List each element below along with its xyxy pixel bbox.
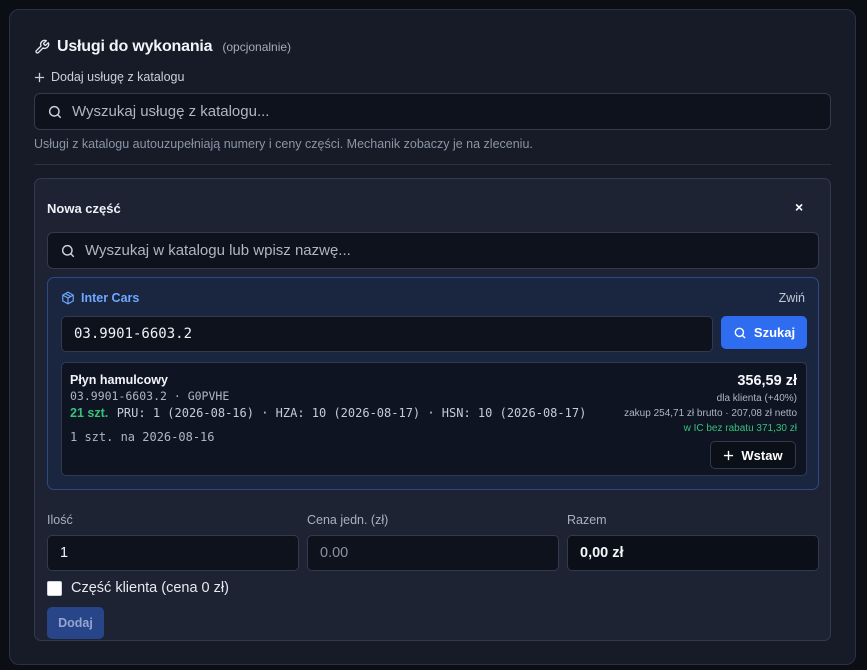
add-service-from-catalog-link[interactable]: Dodaj usługę z katalogu [34, 70, 184, 84]
search-result-item: Płyn hamulcowy 03.9901-6603.2 · G0PVHE 2… [61, 362, 807, 476]
result-ic-note: w IC bez rabatu 371,30 zł [683, 423, 797, 434]
quantity-input[interactable] [47, 535, 299, 571]
result-purchase-note: zakup 254,71 zł brutto · 207,08 zł netto [624, 408, 797, 419]
divider [34, 164, 831, 165]
supplier-name: Inter Cars [81, 291, 140, 305]
client-part-checkbox[interactable]: Część klienta (cena 0 zł) [47, 580, 229, 596]
insert-button[interactable]: Wstaw [710, 441, 796, 469]
wrench-icon [35, 39, 50, 54]
search-icon [734, 327, 746, 338]
insert-button-label: Wstaw [741, 447, 783, 463]
stock-quantity: 21 szt. [70, 406, 109, 420]
section-title: Usługi do wykonania [57, 38, 213, 55]
part-code-input[interactable] [61, 316, 713, 352]
search-button[interactable]: Szukaj [721, 316, 807, 349]
result-delivery: 1 szt. na 2026-08-16 [70, 430, 215, 444]
new-part-panel: Nowa część × Inter Cars Zwiń Szukaj Płyn… [34, 178, 831, 641]
optional-label: (opcjonalnie) [222, 40, 292, 54]
catalog-hint: Usługi z katalogu autouzupełniają numery… [34, 137, 533, 151]
supplier-header: Inter Cars [61, 291, 139, 305]
supplier-panel: Inter Cars Zwiń Szukaj Płyn hamulcowy 03… [47, 277, 819, 490]
search-icon [48, 105, 62, 118]
section-header: Usługi do wykonania (opcjonalnie) [34, 38, 291, 56]
service-catalog-search-input[interactable] [72, 103, 830, 120]
service-catalog-search[interactable] [34, 93, 831, 130]
part-catalog-search[interactable] [47, 232, 819, 269]
client-part-label: Część klienta (cena 0 zł) [71, 580, 229, 596]
close-icon[interactable]: × [795, 199, 803, 215]
unit-price-input[interactable] [307, 535, 559, 571]
result-client-note: dla klienta (+40%) [716, 393, 797, 404]
add-service-label: Dodaj usługę z katalogu [51, 70, 185, 84]
search-button-label: Szukaj [753, 325, 796, 340]
result-price: 356,59 zł [737, 373, 797, 389]
plus-icon [724, 450, 734, 460]
stock-availability: PRU: 1 (2026-08-16) · HZA: 10 (2026-08-1… [116, 406, 587, 420]
result-name: Płyn hamulcowy [70, 373, 168, 387]
add-button[interactable]: Dodaj [47, 607, 104, 639]
checkbox-box[interactable] [47, 580, 62, 596]
plus-icon [34, 72, 45, 82]
total-value: 0,00 zł [567, 535, 819, 571]
collapse-button[interactable]: Zwiń [779, 291, 805, 305]
services-card: Usługi do wykonania (opcjonalnie) Dodaj … [9, 9, 856, 665]
search-icon [61, 244, 75, 257]
new-part-title: Nowa część [47, 201, 121, 216]
result-stock: 21 szt. PRU: 1 (2026-08-16) · HZA: 10 (2… [70, 406, 586, 420]
result-code: 03.9901-6603.2 · G0PVHE [70, 389, 230, 403]
unit-price-label: Cena jedn. (zł) [307, 513, 389, 527]
package-icon [62, 291, 74, 305]
total-label: Razem [567, 513, 607, 527]
quantity-label: Ilość [47, 513, 73, 527]
part-catalog-search-input[interactable] [85, 242, 818, 259]
